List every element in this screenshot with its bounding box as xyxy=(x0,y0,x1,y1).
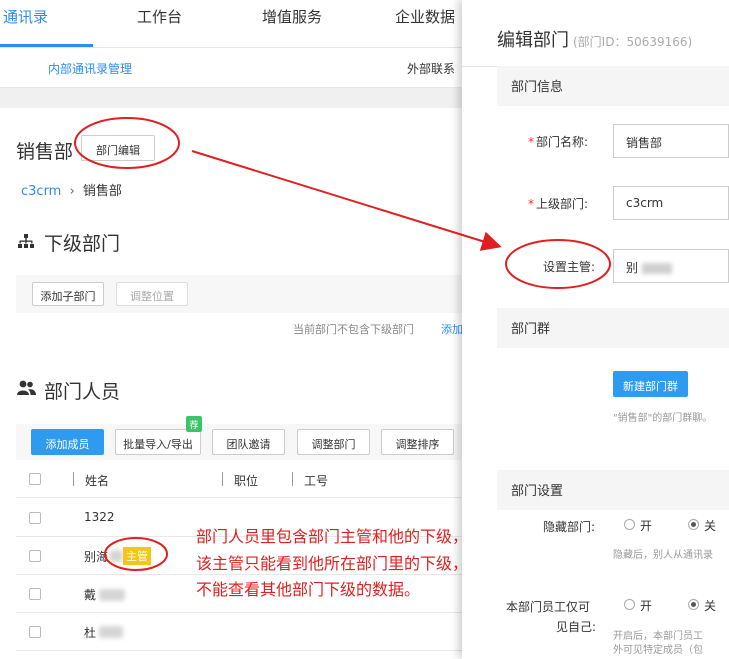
change-department-button[interactable]: 调整部门 xyxy=(297,429,370,455)
self-visible-on-radio[interactable] xyxy=(624,599,635,610)
team-invite-button[interactable]: 团队邀请 xyxy=(212,429,285,455)
manager-tag: 主管 xyxy=(123,547,151,565)
hide-on-label: 开 xyxy=(640,519,653,533)
tab-enterprise-data[interactable]: 企业数据 xyxy=(395,6,455,27)
manager-input[interactable]: 别 xyxy=(613,249,729,283)
member-name[interactable]: 杜 xyxy=(84,624,96,641)
active-tab-underline xyxy=(0,44,93,47)
member-name[interactable]: 别海 xyxy=(84,548,108,565)
row-divider xyxy=(16,497,462,498)
select-all-checkbox[interactable] xyxy=(29,473,41,485)
blurred-name xyxy=(109,550,123,562)
panel-title: 编辑部门 (部门ID：50639166) xyxy=(497,26,692,52)
department-name-label-text: 部门名称: xyxy=(536,135,589,149)
tab-value-added[interactable]: 增值服务 xyxy=(262,6,322,27)
section-department-info: 部门信息 xyxy=(497,66,729,106)
row-divider xyxy=(16,574,462,575)
column-divider xyxy=(222,472,223,486)
no-sub-departments-text: 当前部门不包含下级部门 xyxy=(293,323,414,336)
self-visible-label: 本部门员工仅可 xyxy=(506,600,591,614)
batch-import-export-button[interactable]: 批量导入/导出 xyxy=(115,429,201,455)
column-header-job-number: 工号 xyxy=(304,474,329,488)
hide-on-radio[interactable] xyxy=(624,519,635,530)
self-visible-hint-cont: 外可见特定成员（包 xyxy=(613,645,703,656)
section-department-settings: 部门设置 xyxy=(497,470,729,510)
add-sub-department-link[interactable]: 添加 xyxy=(441,321,463,337)
self-visible-hint: 开启后，本部门员工 xyxy=(613,631,703,642)
hide-off-label: 关 xyxy=(704,519,717,533)
department-edit-button[interactable]: 部门编辑 xyxy=(81,135,155,161)
annotation-arrow xyxy=(191,150,502,251)
divider-band xyxy=(0,88,470,108)
member-name[interactable]: 1322 xyxy=(84,510,115,524)
department-name-label: * 部门名称: xyxy=(528,135,589,149)
row-checkbox[interactable] xyxy=(29,588,41,600)
blurred-name xyxy=(641,263,672,274)
parent-department-input[interactable]: c3crm xyxy=(613,186,729,220)
org-tree-icon xyxy=(18,234,34,248)
sub-departments-title: 下级部门 xyxy=(44,233,121,255)
breadcrumb-current: 销售部 xyxy=(82,184,122,199)
parent-department-label-text: 上级部门: xyxy=(536,197,589,211)
row-checkbox[interactable] xyxy=(29,512,41,524)
subtab-internal-contacts[interactable]: 内部通讯录管理 xyxy=(48,60,132,77)
self-visible-label-cont: 见自己: xyxy=(556,620,597,634)
breadcrumb-root[interactable]: c3crm xyxy=(21,184,61,199)
row-checkbox[interactable] xyxy=(29,626,41,638)
breadcrumb-separator: › xyxy=(69,184,75,199)
column-divider xyxy=(292,472,293,486)
department-group-hint: "销售部"的部门群聊。 xyxy=(613,413,713,424)
add-sub-department-button[interactable]: 添加子部门 xyxy=(32,282,104,306)
column-header-name: 姓名 xyxy=(85,474,110,488)
people-icon xyxy=(17,380,36,395)
reorder-button[interactable]: 调整排序 xyxy=(381,429,454,455)
manager-name: 别 xyxy=(626,261,639,275)
hide-department-label: 隐藏部门: xyxy=(543,520,596,534)
self-visible-off-radio[interactable] xyxy=(688,599,699,610)
members-title: 部门人员 xyxy=(44,381,121,403)
tab-workbench[interactable]: 工作台 xyxy=(137,6,182,27)
annotation-line: 不能查看其他部门下级的数据。 xyxy=(196,580,421,599)
panel-title-text: 编辑部门 xyxy=(497,30,569,51)
tab-contacts[interactable]: 通讯录 xyxy=(3,6,48,27)
breadcrumb: c3crm › 销售部 xyxy=(21,180,122,199)
blurred-name xyxy=(99,626,123,638)
self-visible-on-label: 开 xyxy=(640,599,653,613)
new-department-group-button[interactable]: 新建部门群 xyxy=(613,371,688,397)
row-checkbox[interactable] xyxy=(29,550,41,562)
annotation-line: 该主管只能看到他所在部门里的下级， xyxy=(196,554,469,573)
parent-department-label: * 上级部门: xyxy=(528,197,589,211)
member-name[interactable]: 戴 xyxy=(84,586,96,603)
edit-department-panel: 编辑部门 (部门ID：50639166) 部门信息 * 部门名称: 销售部 * 上级部… xyxy=(462,0,729,659)
row-divider xyxy=(16,612,462,613)
section-department-group: 部门群 xyxy=(497,308,729,348)
column-divider xyxy=(73,472,74,486)
row-divider xyxy=(16,650,462,651)
department-name-input[interactable]: 销售部 xyxy=(613,124,729,158)
department-name: 销售部 xyxy=(16,141,74,163)
subtab-external-contacts[interactable]: 外部联系 xyxy=(407,60,455,77)
column-header-position: 职位 xyxy=(234,474,259,488)
blurred-name xyxy=(99,589,125,601)
set-manager-label: 设置主管: xyxy=(543,260,596,274)
adjust-position-button[interactable]: 调整位置 xyxy=(116,282,188,306)
annotation-line: 部门人员里包含部门主管和他的下级， xyxy=(196,527,469,546)
department-id: (部门ID：50639166) xyxy=(573,35,693,49)
hide-off-radio[interactable] xyxy=(688,519,699,530)
hide-department-hint: 隐藏后，别人从通讯录 xyxy=(613,550,713,561)
add-member-button[interactable]: 添加成员 xyxy=(31,429,104,455)
self-visible-off-label: 关 xyxy=(704,599,717,613)
recommend-badge: 荐 xyxy=(186,416,202,432)
